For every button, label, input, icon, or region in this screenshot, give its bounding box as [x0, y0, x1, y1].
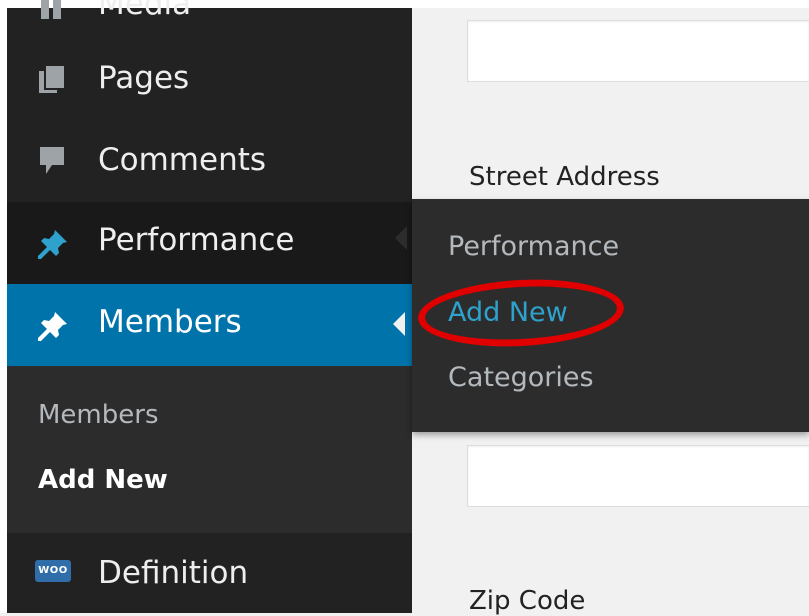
sidebar-item-label: Comments — [98, 142, 267, 178]
sidebar-item-comments[interactable]: Comments — [7, 130, 412, 192]
sidebar-item-label: Pages — [98, 60, 190, 96]
flyout-pointer — [395, 226, 407, 250]
text-input-address[interactable] — [467, 445, 809, 507]
media-icon — [41, 0, 61, 19]
sidebar-item-label: Definition — [98, 555, 249, 591]
submenu-item-add-new[interactable]: Add New — [38, 465, 168, 495]
sidebar-item-label: Members — [98, 304, 242, 340]
members-submenu — [7, 366, 412, 533]
sidebar-item-label: Media — [98, 0, 192, 22]
woo-icon: WOO — [35, 560, 71, 582]
sidebar-item-pages[interactable]: Pages — [7, 48, 412, 110]
comments-icon — [40, 147, 64, 174]
left-border — [0, 0, 7, 613]
text-input-top[interactable] — [467, 20, 809, 82]
active-pointer — [393, 312, 405, 336]
zip-code-label: Zip Code — [469, 586, 586, 616]
sidebar-item-members[interactable]: Members — [7, 284, 412, 366]
sidebar-item-media[interactable]: Media — [7, 0, 412, 30]
flyout-item-performance[interactable]: Performance — [448, 231, 619, 262]
submenu-item-members[interactable]: Members — [38, 400, 159, 430]
pin-icon — [38, 230, 67, 259]
pages-icon — [39, 64, 66, 93]
pin-icon — [38, 312, 67, 341]
street-address-label: Street Address — [469, 162, 660, 192]
sidebar-item-performance[interactable]: Performance — [7, 202, 412, 284]
sidebar-item-label: Performance — [98, 222, 295, 258]
flyout-item-categories[interactable]: Categories — [448, 362, 594, 393]
admin-sidebar: Media Pages Comments Performance Members… — [7, 0, 412, 613]
sidebar-item-definition[interactable]: WOO Definition — [7, 533, 412, 613]
